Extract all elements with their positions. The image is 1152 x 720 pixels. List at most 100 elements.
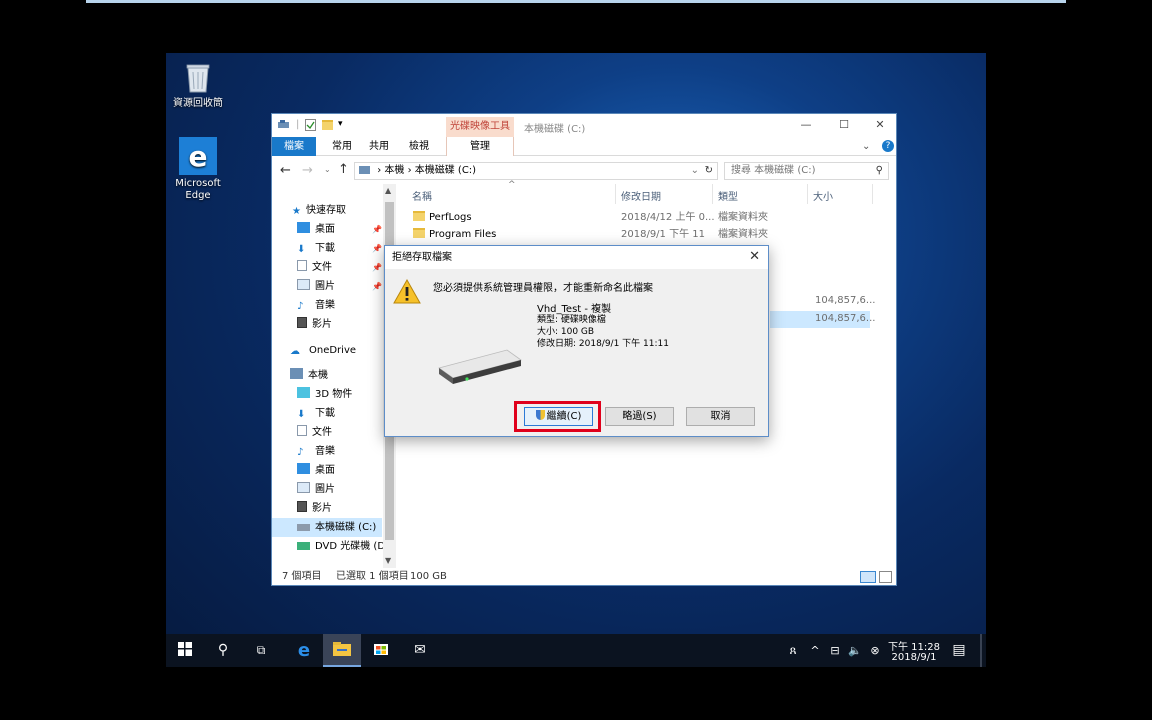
- task-view-icon[interactable]: ⧉: [242, 634, 280, 667]
- nav-pictures[interactable]: 圖片 📌: [272, 277, 382, 296]
- cancel-button[interactable]: 取消: [686, 407, 755, 426]
- dialog-close-icon[interactable]: ✕: [749, 249, 760, 264]
- nav-3d-objects[interactable]: 3D 物件: [272, 385, 382, 404]
- large-icons-view-icon[interactable]: [879, 571, 892, 583]
- contextual-tab-disc-image-tools[interactable]: 光碟映像工具: [446, 117, 514, 138]
- mute-icon[interactable]: ⊗: [866, 634, 884, 667]
- window-title: 本機磁碟 (C:): [524, 124, 586, 135]
- pin-icon: 📌: [372, 244, 382, 253]
- breadcrumb-sep-icon: ›: [407, 165, 415, 176]
- address-dropdown-icon[interactable]: ⌄: [691, 163, 699, 179]
- clock-date[interactable]: 2018/9/1: [884, 652, 944, 663]
- tab-file[interactable]: 檔案: [272, 137, 316, 156]
- list-item[interactable]: PerfLogs 2018/4/12 上午 0... 檔案資料夾: [402, 209, 872, 226]
- tab-view[interactable]: 檢視: [402, 137, 436, 156]
- warning-icon: [393, 278, 421, 305]
- scroll-up-icon[interactable]: ▲: [385, 186, 391, 195]
- nav-pc-desktop[interactable]: 桌面: [272, 461, 382, 480]
- nav-pc-music[interactable]: ♪ 音樂: [272, 442, 382, 461]
- forward-arrow-icon[interactable]: →: [302, 163, 313, 178]
- back-arrow-icon[interactable]: ←: [280, 163, 291, 178]
- show-hidden-icons-icon[interactable]: ^: [806, 634, 824, 667]
- file-name-cell: Program Files: [413, 226, 496, 243]
- start-windows-icon[interactable]: [166, 634, 204, 667]
- close-button[interactable]: ✕: [873, 118, 887, 132]
- nav-pc-downloads[interactable]: ⬇ 下載: [272, 404, 382, 423]
- clock-time[interactable]: 下午 11:28: [884, 638, 944, 653]
- video-icon: [297, 317, 307, 328]
- nav-videos[interactable]: 影片: [272, 315, 382, 334]
- svg-text:e: e: [189, 140, 208, 173]
- column-divider[interactable]: [872, 184, 873, 204]
- new-folder-icon[interactable]: [322, 120, 333, 130]
- mail-icon[interactable]: ✉: [401, 634, 439, 667]
- file-type-cell: 檔案資料夾: [718, 212, 768, 223]
- volume-icon[interactable]: 🔈: [846, 634, 864, 667]
- sort-ascending-icon: ^: [508, 180, 516, 190]
- list-item[interactable]: Program Files 2018/9/1 下午 11 檔案資料夾: [402, 226, 872, 243]
- ribbon-tabs: 檔案 常用 共用 檢視 管理 ⌄ ?: [272, 137, 896, 156]
- breadcrumb-this-pc[interactable]: 本機: [384, 165, 404, 176]
- star-icon: ★: [292, 206, 301, 217]
- search-input[interactable]: 搜尋 本機磁碟 (C:) ⚲: [724, 162, 889, 180]
- show-desktop-button[interactable]: [980, 634, 982, 667]
- column-divider[interactable]: [807, 184, 808, 204]
- document-icon: [297, 260, 307, 271]
- nav-pc-pictures[interactable]: 圖片: [272, 480, 382, 499]
- nav-documents[interactable]: 文件 📌: [272, 258, 382, 277]
- column-divider[interactable]: [615, 184, 616, 204]
- column-header-size[interactable]: 大小: [813, 188, 833, 203]
- tab-home[interactable]: 常用: [322, 137, 362, 156]
- nav-desktop[interactable]: 桌面 📌: [272, 220, 382, 239]
- scroll-down-icon[interactable]: ▼: [385, 556, 391, 565]
- network-icon[interactable]: ⊟: [826, 634, 844, 667]
- skip-button[interactable]: 略過(S): [605, 407, 674, 426]
- download-arrow-icon: ⬇: [297, 409, 306, 420]
- address-bar[interactable]: › 本機 › 本機磁碟 (C:) ⌄ ↻: [354, 162, 718, 180]
- video-icon: [297, 501, 307, 512]
- store-icon[interactable]: [362, 634, 400, 667]
- nav-pc-videos[interactable]: 影片: [272, 499, 382, 518]
- qat-dropdown-icon[interactable]: ▾: [338, 119, 343, 129]
- refresh-icon[interactable]: ↻: [705, 163, 713, 179]
- column-header-type[interactable]: 類型: [718, 188, 738, 203]
- pin-icon: 📌: [372, 225, 382, 234]
- nav-music[interactable]: ♪ 音樂: [272, 296, 382, 315]
- maximize-button[interactable]: ☐: [837, 118, 851, 132]
- folder-icon: [413, 228, 425, 238]
- ribbon-expand-icon[interactable]: ⌄: [862, 141, 870, 152]
- file-name-cell: PerfLogs: [413, 209, 472, 226]
- search-icon[interactable]: ⚲: [204, 634, 242, 667]
- nav-onedrive[interactable]: ☁ OneDrive: [272, 341, 382, 360]
- tab-manage[interactable]: 管理: [446, 137, 514, 156]
- up-arrow-icon[interactable]: ↑: [338, 162, 349, 177]
- cube-icon: [297, 387, 310, 398]
- desktop-icon-edge[interactable]: e Microsoft Edge: [166, 137, 230, 202]
- qat-separator: |: [296, 119, 300, 130]
- help-icon[interactable]: ?: [882, 140, 894, 152]
- details-view-icon[interactable]: [860, 571, 876, 583]
- nav-local-disk[interactable]: 本機磁碟 (C:): [272, 518, 382, 537]
- desktop-icon-recycle-bin[interactable]: 資源回收筒: [166, 59, 230, 110]
- properties-icon[interactable]: [305, 119, 316, 131]
- nav-dvd-drive[interactable]: DVD 光碟機 (D:): [272, 537, 392, 556]
- file-date-cell: 2018/9/1 下午 11: [621, 229, 705, 240]
- file-modified-date: 修改日期: 2018/9/1 下午 11:11: [537, 339, 669, 349]
- status-selected: 已選取 1 個項目: [336, 571, 409, 582]
- search-placeholder: 搜尋 本機磁碟 (C:): [731, 165, 816, 176]
- action-center-icon[interactable]: ▤: [944, 634, 974, 667]
- nav-quick-access[interactable]: ★ 快速存取: [272, 201, 382, 220]
- nav-downloads[interactable]: ⬇ 下載 📌: [272, 239, 382, 258]
- breadcrumb-local-disk[interactable]: 本機磁碟 (C:): [415, 165, 476, 176]
- minimize-button[interactable]: —: [799, 118, 813, 132]
- file-explorer-icon[interactable]: [323, 634, 361, 667]
- column-divider[interactable]: [712, 184, 713, 204]
- column-header-name[interactable]: 名稱: [412, 188, 432, 203]
- edge-icon[interactable]: e: [285, 634, 323, 667]
- nav-pc-documents[interactable]: 文件: [272, 423, 382, 442]
- nav-this-pc[interactable]: 本機: [272, 366, 382, 385]
- column-header-date[interactable]: 修改日期: [621, 188, 661, 203]
- tab-share[interactable]: 共用: [362, 137, 396, 156]
- recent-locations-icon[interactable]: ⌄: [324, 165, 331, 174]
- recycle-bin-icon: [180, 59, 216, 95]
